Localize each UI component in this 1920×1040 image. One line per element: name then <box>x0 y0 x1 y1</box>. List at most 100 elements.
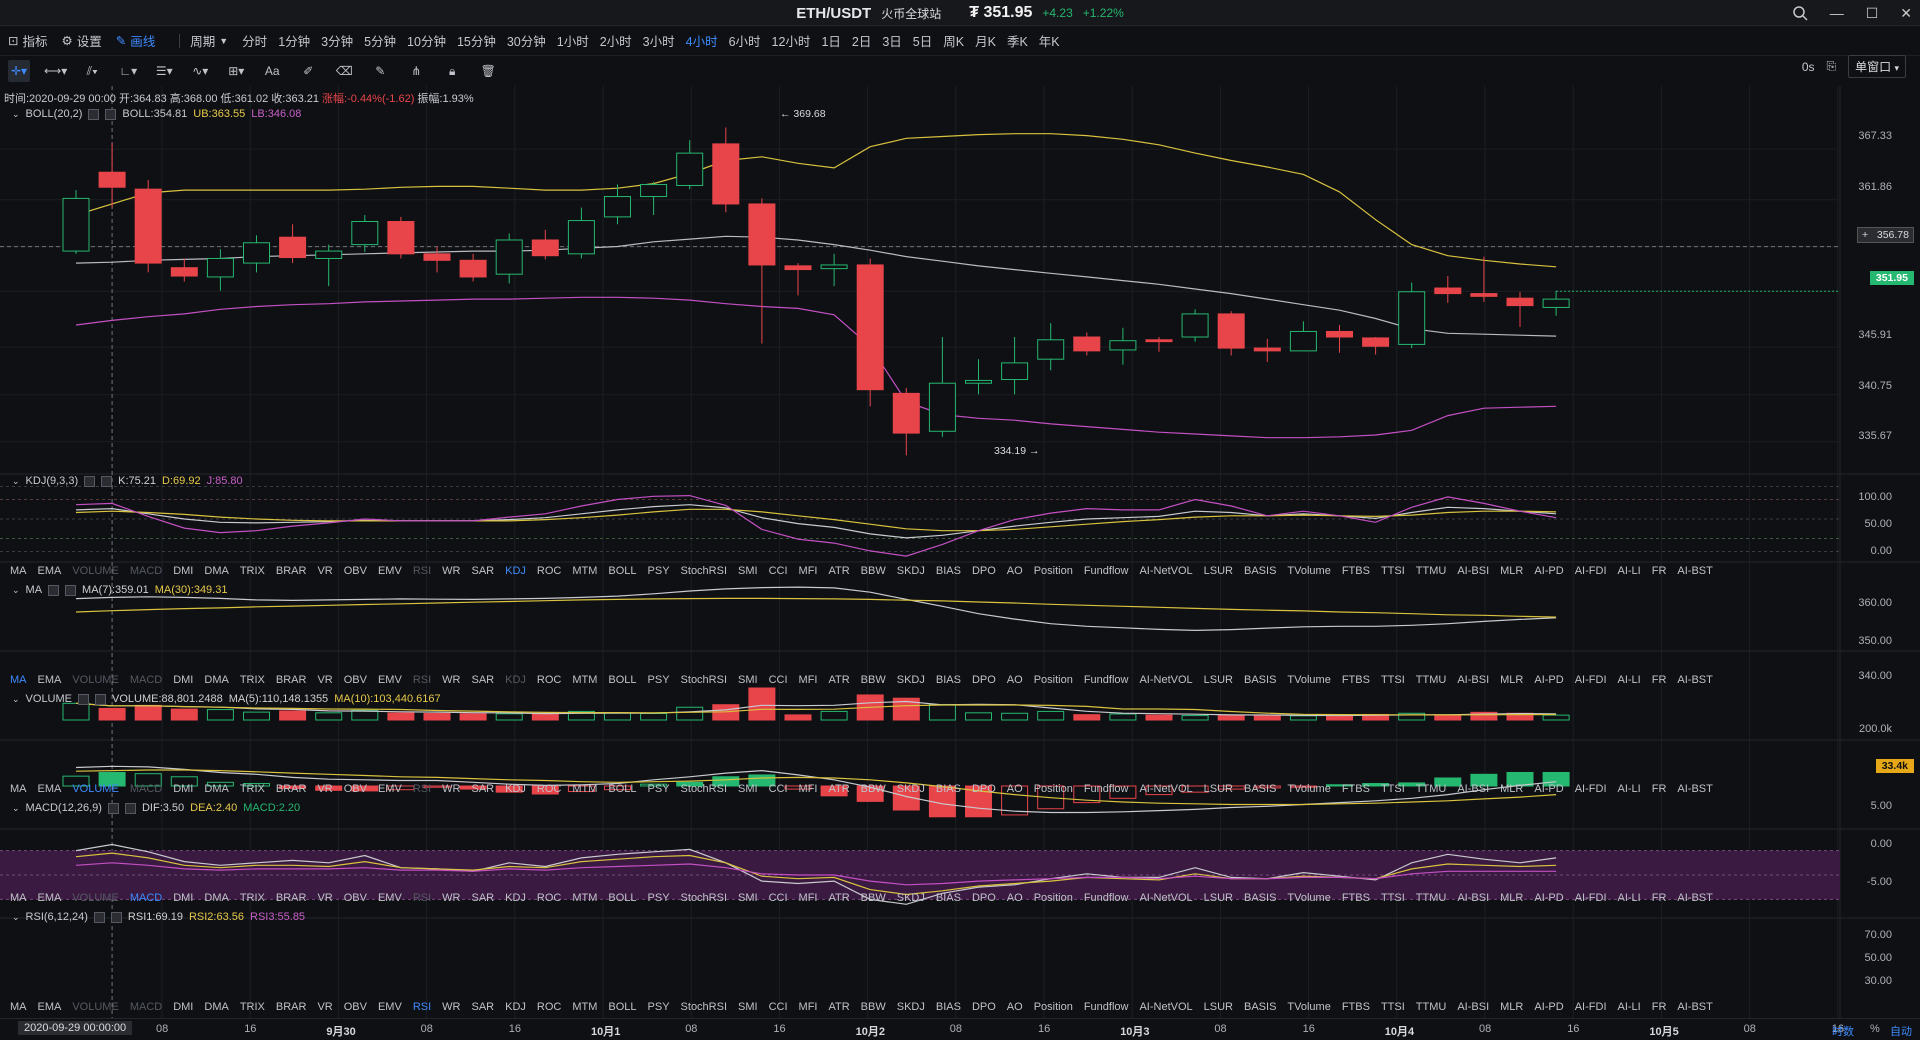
angle-tool-icon[interactable]: ∟▾ <box>117 60 139 82</box>
pencil-tool-icon[interactable]: ✎ <box>369 60 391 82</box>
indicator-tab-ai-bst[interactable]: AI-BST <box>1677 674 1712 686</box>
indicator-tab-mtm[interactable]: MTM <box>572 1001 597 1013</box>
indicator-tab-position[interactable]: Position <box>1034 674 1073 686</box>
indicator-tab-ao[interactable]: AO <box>1007 783 1023 795</box>
period-6[interactable]: 30分钟 <box>507 31 546 50</box>
indicator-tab-fundflow[interactable]: Fundflow <box>1084 783 1129 795</box>
indicator-tab-volume[interactable]: VOLUME <box>72 674 118 686</box>
rsi-name[interactable]: RSI(6,12,24) <box>26 911 88 923</box>
ma-name[interactable]: MA <box>26 584 43 596</box>
indicator-tab-dmi[interactable]: DMI <box>173 892 193 904</box>
indicator-tab-psy[interactable]: PSY <box>648 1001 670 1013</box>
indicator-tab-ai-netvol[interactable]: AI-NetVOL <box>1139 1001 1192 1013</box>
indicator-tab-ttmu[interactable]: TTMU <box>1416 674 1447 686</box>
indicator-tab-obv[interactable]: OBV <box>344 783 367 795</box>
indicator-tab-wr[interactable]: WR <box>442 783 460 795</box>
period-dropdown[interactable]: 周期 ▼ <box>190 31 228 50</box>
indicator-tab-ma[interactable]: MA <box>10 674 27 686</box>
indicator-tab-dmi[interactable]: DMI <box>173 674 193 686</box>
indicator-tab-cci[interactable]: CCI <box>769 783 788 795</box>
indicator-tab-ema[interactable]: EMA <box>38 783 62 795</box>
indicator-tab-lsur[interactable]: LSUR <box>1204 565 1233 577</box>
indicator-tab-roc[interactable]: ROC <box>537 565 561 577</box>
indicator-tab-atr[interactable]: ATR <box>828 892 849 904</box>
indicator-tab-boll[interactable]: BOLL <box>608 783 636 795</box>
wave-tool-icon[interactable]: ∿▾ <box>189 60 211 82</box>
indicator-tab-ai-fdi[interactable]: AI-FDI <box>1575 1001 1607 1013</box>
period-12[interactable]: 12小时 <box>772 31 811 50</box>
indicator-tab-ao[interactable]: AO <box>1007 892 1023 904</box>
indicator-tab-ma[interactable]: MA <box>10 565 27 577</box>
indicator-tab-macd[interactable]: MACD <box>130 1001 162 1013</box>
close-icon[interactable]: ✕ <box>1900 5 1912 22</box>
indicator-tab-ema[interactable]: EMA <box>38 565 62 577</box>
indicator-tab-rsi[interactable]: RSI <box>413 892 431 904</box>
indicator-tab-volume[interactable]: VOLUME <box>72 783 118 795</box>
chevron-down-icon[interactable]: ⌄ <box>12 476 20 487</box>
indicator-tab-ai-bst[interactable]: AI-BST <box>1677 783 1712 795</box>
period-11[interactable]: 6小时 <box>729 31 761 50</box>
indicator-tab-fundflow[interactable]: Fundflow <box>1084 892 1129 904</box>
indicator-tab-bias[interactable]: BIAS <box>936 674 961 686</box>
chevron-down-icon[interactable]: ⌄ <box>12 803 20 814</box>
period-14[interactable]: 2日 <box>852 31 871 50</box>
chevron-down-icon[interactable]: ⌄ <box>12 694 20 705</box>
indicator-tab-bbw[interactable]: BBW <box>861 783 886 795</box>
indicator-tab-kdj[interactable]: KDJ <box>505 892 526 904</box>
indicator-tab-brar[interactable]: BRAR <box>276 783 307 795</box>
indicator-tab-fr[interactable]: FR <box>1652 892 1667 904</box>
indicator-tab-mtm[interactable]: MTM <box>572 783 597 795</box>
indicator-tab-position[interactable]: Position <box>1034 783 1073 795</box>
indicator-tab-fundflow[interactable]: Fundflow <box>1084 674 1129 686</box>
indicator-tab-mlr[interactable]: MLR <box>1500 783 1523 795</box>
eye-icon[interactable] <box>84 475 96 487</box>
indicator-tab-skdj[interactable]: SKDJ <box>897 1001 925 1013</box>
indicator-tab-wr[interactable]: WR <box>442 1001 460 1013</box>
text-tool-icon[interactable]: Aa <box>261 60 283 82</box>
indicator-tab-tvolume[interactable]: TVolume <box>1287 1001 1330 1013</box>
indicator-tab-cci[interactable]: CCI <box>769 674 788 686</box>
period-1[interactable]: 1分钟 <box>278 31 310 50</box>
indicator-tab-roc[interactable]: ROC <box>537 783 561 795</box>
indicator-tab-ai-bsi[interactable]: AI-BSI <box>1457 1001 1489 1013</box>
indicator-tab-position[interactable]: Position <box>1034 892 1073 904</box>
indicator-tab-ai-netvol[interactable]: AI-NetVOL <box>1139 565 1192 577</box>
indicator-tab-rsi[interactable]: RSI <box>413 565 431 577</box>
maximize-icon[interactable]: ☐ <box>1866 5 1879 22</box>
indicator-tab-tvolume[interactable]: TVolume <box>1287 783 1330 795</box>
indicator-tab-roc[interactable]: ROC <box>537 892 561 904</box>
indicator-tab-mlr[interactable]: MLR <box>1500 1001 1523 1013</box>
indicator-tab-brar[interactable]: BRAR <box>276 674 307 686</box>
chart-canvas[interactable] <box>0 86 1920 1018</box>
indicator-tab-ai-bst[interactable]: AI-BST <box>1677 1001 1712 1013</box>
indicator-tab-bbw[interactable]: BBW <box>861 674 886 686</box>
period-16[interactable]: 5日 <box>913 31 932 50</box>
indicator-tab-cci[interactable]: CCI <box>769 565 788 577</box>
indicator-tab-mlr[interactable]: MLR <box>1500 674 1523 686</box>
indicator-tab-skdj[interactable]: SKDJ <box>897 674 925 686</box>
indicator-tab-ao[interactable]: AO <box>1007 1001 1023 1013</box>
indicator-tab-cci[interactable]: CCI <box>769 1001 788 1013</box>
indicator-tab-skdj[interactable]: SKDJ <box>897 783 925 795</box>
indicator-tab-basis[interactable]: BASIS <box>1244 565 1276 577</box>
indicator-tab-sar[interactable]: SAR <box>471 783 494 795</box>
indicator-tab-ftbs[interactable]: FTBS <box>1342 674 1370 686</box>
indicator-tab-roc[interactable]: ROC <box>537 674 561 686</box>
indicator-tab-macd[interactable]: MACD <box>130 783 162 795</box>
indicator-tab-volume[interactable]: VOLUME <box>72 565 118 577</box>
indicator-tab-atr[interactable]: ATR <box>828 783 849 795</box>
crosshair-tool-icon[interactable]: ✛▾ <box>8 60 30 82</box>
indicator-tab-bias[interactable]: BIAS <box>936 783 961 795</box>
indicator-tab-vr[interactable]: VR <box>317 674 332 686</box>
close-icon[interactable] <box>105 108 117 120</box>
indicator-tab-ai-bsi[interactable]: AI-BSI <box>1457 783 1489 795</box>
indicator-tab-skdj[interactable]: SKDJ <box>897 565 925 577</box>
indicator-tab-ema[interactable]: EMA <box>38 892 62 904</box>
indicator-tab-smi[interactable]: SMI <box>738 565 758 577</box>
indicator-tab-dma[interactable]: DMA <box>204 565 228 577</box>
period-3[interactable]: 5分钟 <box>364 31 396 50</box>
macd-name[interactable]: MACD(12,26,9) <box>26 802 102 814</box>
draw-button[interactable]: ✎ 画线 <box>116 31 156 50</box>
indicator-tab-ai-li[interactable]: AI-LI <box>1618 892 1641 904</box>
eye-icon[interactable] <box>78 693 90 705</box>
